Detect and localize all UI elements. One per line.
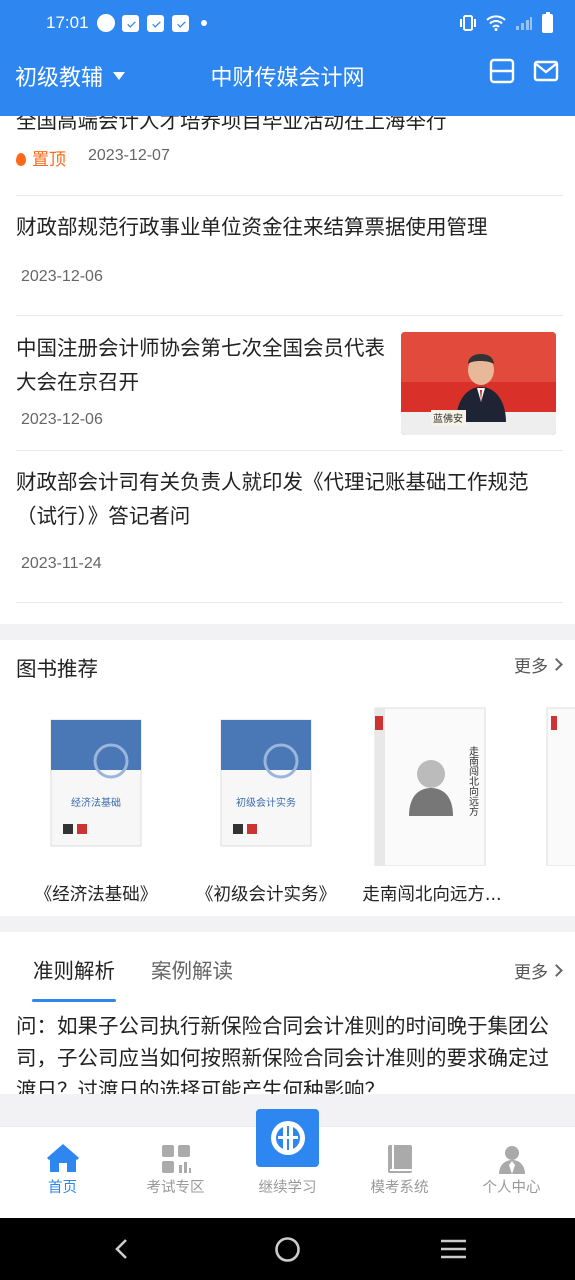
chevron-right-icon [550, 964, 563, 977]
notification-icon [96, 14, 115, 32]
book-cover [527, 706, 575, 866]
tab-continue-learning[interactable]: 继续学习 [230, 1109, 345, 1219]
signal-icon [516, 17, 532, 30]
scan-icon[interactable] [489, 58, 515, 84]
status-bar: 17:01 [0, 0, 575, 46]
home-button-icon[interactable] [274, 1236, 301, 1263]
news-date: 2023-11-24 [21, 555, 102, 572]
news-item[interactable]: 财政部规范行政事业单位资金往来结算票据使用管理 2023-12-06 [16, 196, 563, 316]
back-icon[interactable] [110, 1237, 134, 1261]
tab-label: 继续学习 [258, 1180, 317, 1196]
tab-label: 模考系统 [370, 1180, 429, 1196]
news-item[interactable]: 财政部会计司有关负责人就印发《代理记账基础工作规范（试行）》答记者问 2023-… [16, 451, 563, 603]
more-label: 更多 [514, 657, 548, 677]
book-cover-text: 经济法基础 [71, 796, 121, 809]
wifi-icon [486, 15, 506, 31]
active-tab-indicator [32, 999, 116, 1002]
news-title: 财政部规范行政事业单位资金往来结算票据使用管理 [16, 215, 488, 239]
tab-label: 考试专区 [146, 1180, 205, 1196]
more-label: 更多 [514, 963, 548, 983]
book-cover: 走南闯北向远方 [357, 706, 507, 867]
book-card[interactable]: 经济法基础 《经济法基础》 [21, 706, 171, 905]
news-title: 中国注册会计师协会第七次全国会员代表大会在京召开 [16, 336, 385, 394]
chevron-right-icon [550, 658, 563, 671]
battery-icon [542, 11, 553, 33]
book-title: 《经济法基础》 [34, 885, 158, 905]
vibrate-icon [460, 15, 476, 31]
message-icon [146, 14, 164, 32]
tab-home[interactable]: 首页 [5, 1127, 120, 1219]
tab-case-study[interactable]: 案例解读 [151, 954, 233, 984]
book-cover-text: 初级会计实务 [236, 796, 296, 809]
more-books-link[interactable]: 更多 [514, 652, 563, 677]
nameplate-text: 蓝佛安 [433, 412, 463, 425]
book-icon [388, 1145, 412, 1173]
book-card[interactable]: 中 [527, 706, 575, 866]
mail-icon[interactable] [533, 58, 559, 84]
book-card[interactable]: 走南闯北向远方 走南闯北向远方... [357, 706, 507, 905]
news-item[interactable]: 中国注册会计师协会第七次全国会员代表大会在京召开 2023-12-06 蓝佛安 [16, 316, 563, 451]
recents-icon[interactable] [440, 1238, 467, 1260]
news-title: 财政部会计司有关负责人就印发《代理记账基础工作规范（试行）》答记者问 [16, 470, 529, 528]
pinned-label: 置顶 [32, 150, 66, 170]
bottom-tab-bar: 首页 考试专区 继续学习 模考系统 个人中心 [0, 1109, 575, 1219]
app-header: 初级教辅 中财传媒会计网 [0, 46, 575, 116]
tab-profile[interactable]: 个人中心 [454, 1127, 569, 1219]
learn-logo-icon [256, 1109, 319, 1167]
message-icon [171, 14, 189, 32]
system-nav-bar [0, 1218, 575, 1280]
more-rules-link[interactable]: 更多 [514, 958, 563, 983]
pinned-badge: 置顶 [16, 145, 66, 170]
news-title: 全国高端会计人才培养项目毕业活动在上海举行 [16, 116, 447, 133]
book-cover: 经济法基础 [21, 706, 171, 866]
rules-section: 准则解析 案例解读 更多 问：如果子公司执行新保险合同会计准则的时间晚于集团公司… [0, 932, 575, 1094]
book-title: 《初级会计实务》 [196, 885, 336, 905]
status-time: 17:01 [46, 13, 89, 32]
home-icon [47, 1144, 79, 1172]
user-icon [499, 1146, 525, 1174]
news-item[interactable]: 全国高端会计人才培养项目毕业活动在上海举行 置顶 2023-12-07 [16, 116, 563, 196]
news-list: 全国高端会计人才培养项目毕业活动在上海举行 置顶 2023-12-07 财政部规… [0, 116, 575, 624]
tab-exam-zone[interactable]: 考试专区 [118, 1127, 233, 1219]
message-icon [121, 14, 139, 32]
tab-label: 个人中心 [482, 1180, 541, 1196]
news-date: 2023-12-06 [21, 411, 103, 428]
book-title: 走南闯北向远方... [362, 885, 502, 905]
tab-standards-analysis[interactable]: 准则解析 [33, 954, 115, 984]
grid-chart-icon [162, 1145, 191, 1173]
book-cover-text: 走南闯北向远方 [467, 746, 479, 817]
book-recommendations: 图书推荐 更多 经济法基础 《经济法基础》 初级会计实务 《初级会计实务》 走南… [0, 640, 575, 916]
tab-mock-exam[interactable]: 模考系统 [342, 1127, 457, 1219]
flame-icon [16, 153, 26, 166]
book-card[interactable]: 初级会计实务 《初级会计实务》 [191, 706, 341, 905]
news-date: 2023-12-07 [88, 147, 170, 164]
tab-label: 首页 [48, 1180, 77, 1196]
question-text[interactable]: 问：如果子公司执行新保险合同会计准则的时间晚于集团公司，子公司应当如何按照新保险… [16, 1010, 564, 1094]
news-thumbnail: 蓝佛安 [401, 332, 556, 435]
news-date: 2023-12-06 [21, 268, 103, 285]
book-cover: 初级会计实务 [191, 706, 341, 866]
more-notifications-icon [200, 20, 207, 26]
section-title: 图书推荐 [16, 657, 98, 681]
